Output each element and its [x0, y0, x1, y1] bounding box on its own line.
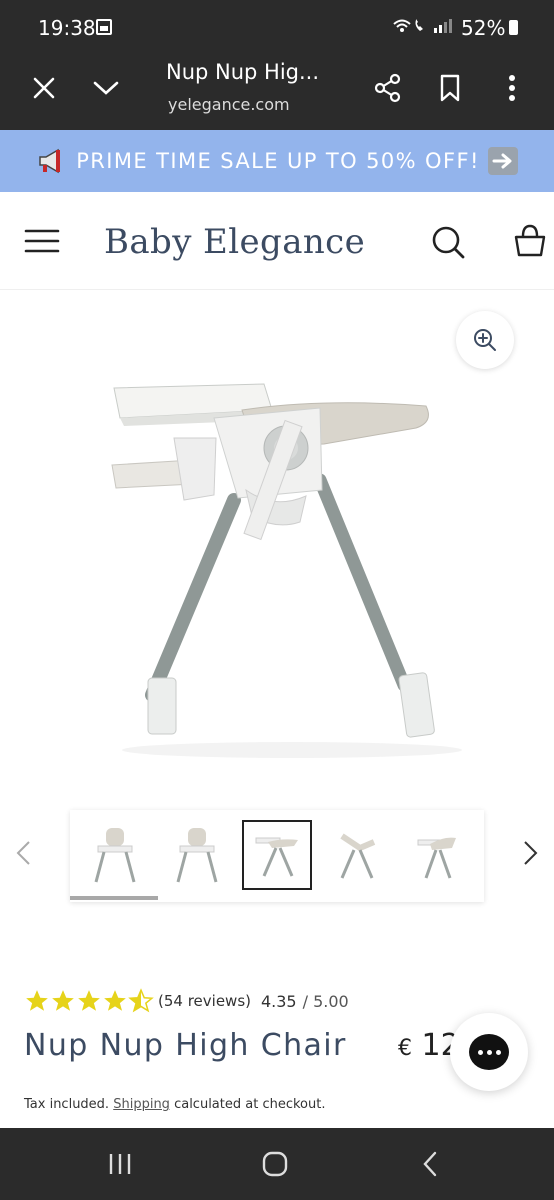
- highchair-recline-icon: [340, 833, 376, 879]
- minimize-button[interactable]: [84, 66, 128, 110]
- highchair-front-icon: [94, 828, 136, 883]
- more-vertical-icon: [509, 75, 515, 101]
- thumbnail-1[interactable]: [80, 820, 150, 890]
- chevron-left-icon: [16, 841, 30, 865]
- search-icon: [432, 226, 465, 259]
- chevron-right-icon: [524, 841, 538, 865]
- star-full-icon: [78, 990, 100, 1011]
- thumbnail-3[interactable]: [242, 820, 312, 890]
- basket-icon: [514, 224, 546, 257]
- status-bar: 19:38 52%: [0, 0, 554, 56]
- tax-note-text: Tax included.: [24, 1097, 110, 1112]
- back-button[interactable]: [410, 1146, 450, 1182]
- highchair-angle-icon: [176, 828, 218, 883]
- highchair-side-alt-icon: [417, 837, 456, 879]
- tax-shipping-note: Tax included. Shipping calculated at che…: [24, 1097, 325, 1112]
- highchair-side-icon: [255, 837, 298, 877]
- back-icon: [423, 1151, 437, 1177]
- star-full-icon: [26, 990, 48, 1011]
- megaphone-icon: [39, 148, 61, 174]
- gallery-next-button[interactable]: [518, 838, 542, 868]
- menu-button[interactable]: [24, 228, 62, 254]
- share-icon: [374, 73, 401, 103]
- right-arrow-icon: [487, 147, 518, 175]
- cart-button[interactable]: [512, 222, 548, 260]
- thumbnail-strip: [70, 810, 484, 902]
- thumbnail-scrollbar[interactable]: [70, 896, 158, 900]
- star-half-icon: [128, 988, 154, 1013]
- system-navigation-bar: [0, 1128, 554, 1200]
- search-button[interactable]: [430, 224, 466, 260]
- rating-score: 4.35: [260, 991, 297, 1011]
- battery-percentage: 52%: [461, 16, 506, 40]
- thumbnail-5[interactable]: [402, 820, 472, 890]
- bookmark-icon: [440, 74, 460, 102]
- promo-banner[interactable]: PRIME TIME SALE UP TO 50% OFF!: [0, 130, 554, 192]
- thumbnail-4[interactable]: [322, 820, 392, 890]
- star-full-icon: [104, 990, 126, 1011]
- star-rating: [24, 988, 154, 1014]
- page-url[interactable]: yelegance.com: [168, 95, 290, 114]
- recent-apps-icon: [109, 1154, 131, 1174]
- close-icon: [33, 77, 55, 99]
- more-options-button[interactable]: [490, 66, 534, 110]
- home-button[interactable]: [255, 1146, 295, 1182]
- chat-button[interactable]: [450, 1013, 528, 1091]
- zoom-in-icon: [474, 329, 496, 351]
- site-header: Baby Elegance: [0, 192, 554, 290]
- checkout-note-text: calculated at checkout.: [174, 1097, 326, 1112]
- shipping-link[interactable]: Shipping: [113, 1097, 170, 1112]
- close-tab-button[interactable]: [22, 66, 66, 110]
- page-title: Nup Nup Hig...: [166, 60, 320, 84]
- product-rating[interactable]: (54 reviews) 4.35 / 5.00: [24, 986, 349, 1016]
- recent-apps-button[interactable]: [100, 1146, 140, 1182]
- star-full-icon: [52, 990, 74, 1011]
- hamburger-menu-icon: [24, 229, 60, 253]
- gallery-notification-icon: [96, 19, 112, 35]
- gallery-prev-button[interactable]: [12, 838, 36, 868]
- price-currency: €: [398, 1036, 412, 1061]
- zoom-button[interactable]: [456, 311, 514, 369]
- battery-icon: [509, 20, 518, 35]
- site-logo[interactable]: Baby Elegance: [104, 222, 365, 262]
- thumbnail-2[interactable]: [160, 820, 230, 890]
- rating-max: / 5.00: [302, 991, 349, 1011]
- chat-bubble-icon: [469, 1034, 509, 1070]
- wifi-call-signal-icons: [392, 16, 454, 41]
- chevron-down-icon: [93, 81, 119, 95]
- product-title: Nup Nup High Chair: [24, 1028, 347, 1063]
- review-count[interactable]: (54 reviews): [158, 992, 251, 1010]
- promo-text: PRIME TIME SALE UP TO 50% OFF!: [76, 149, 480, 173]
- bookmark-button[interactable]: [428, 66, 472, 110]
- browser-toolbar: Nup Nup Hig... yelegance.com: [0, 56, 554, 130]
- product-main-image[interactable]: [24, 300, 530, 790]
- share-button[interactable]: [366, 66, 410, 110]
- home-icon: [262, 1151, 288, 1177]
- status-time: 19:38: [38, 16, 96, 40]
